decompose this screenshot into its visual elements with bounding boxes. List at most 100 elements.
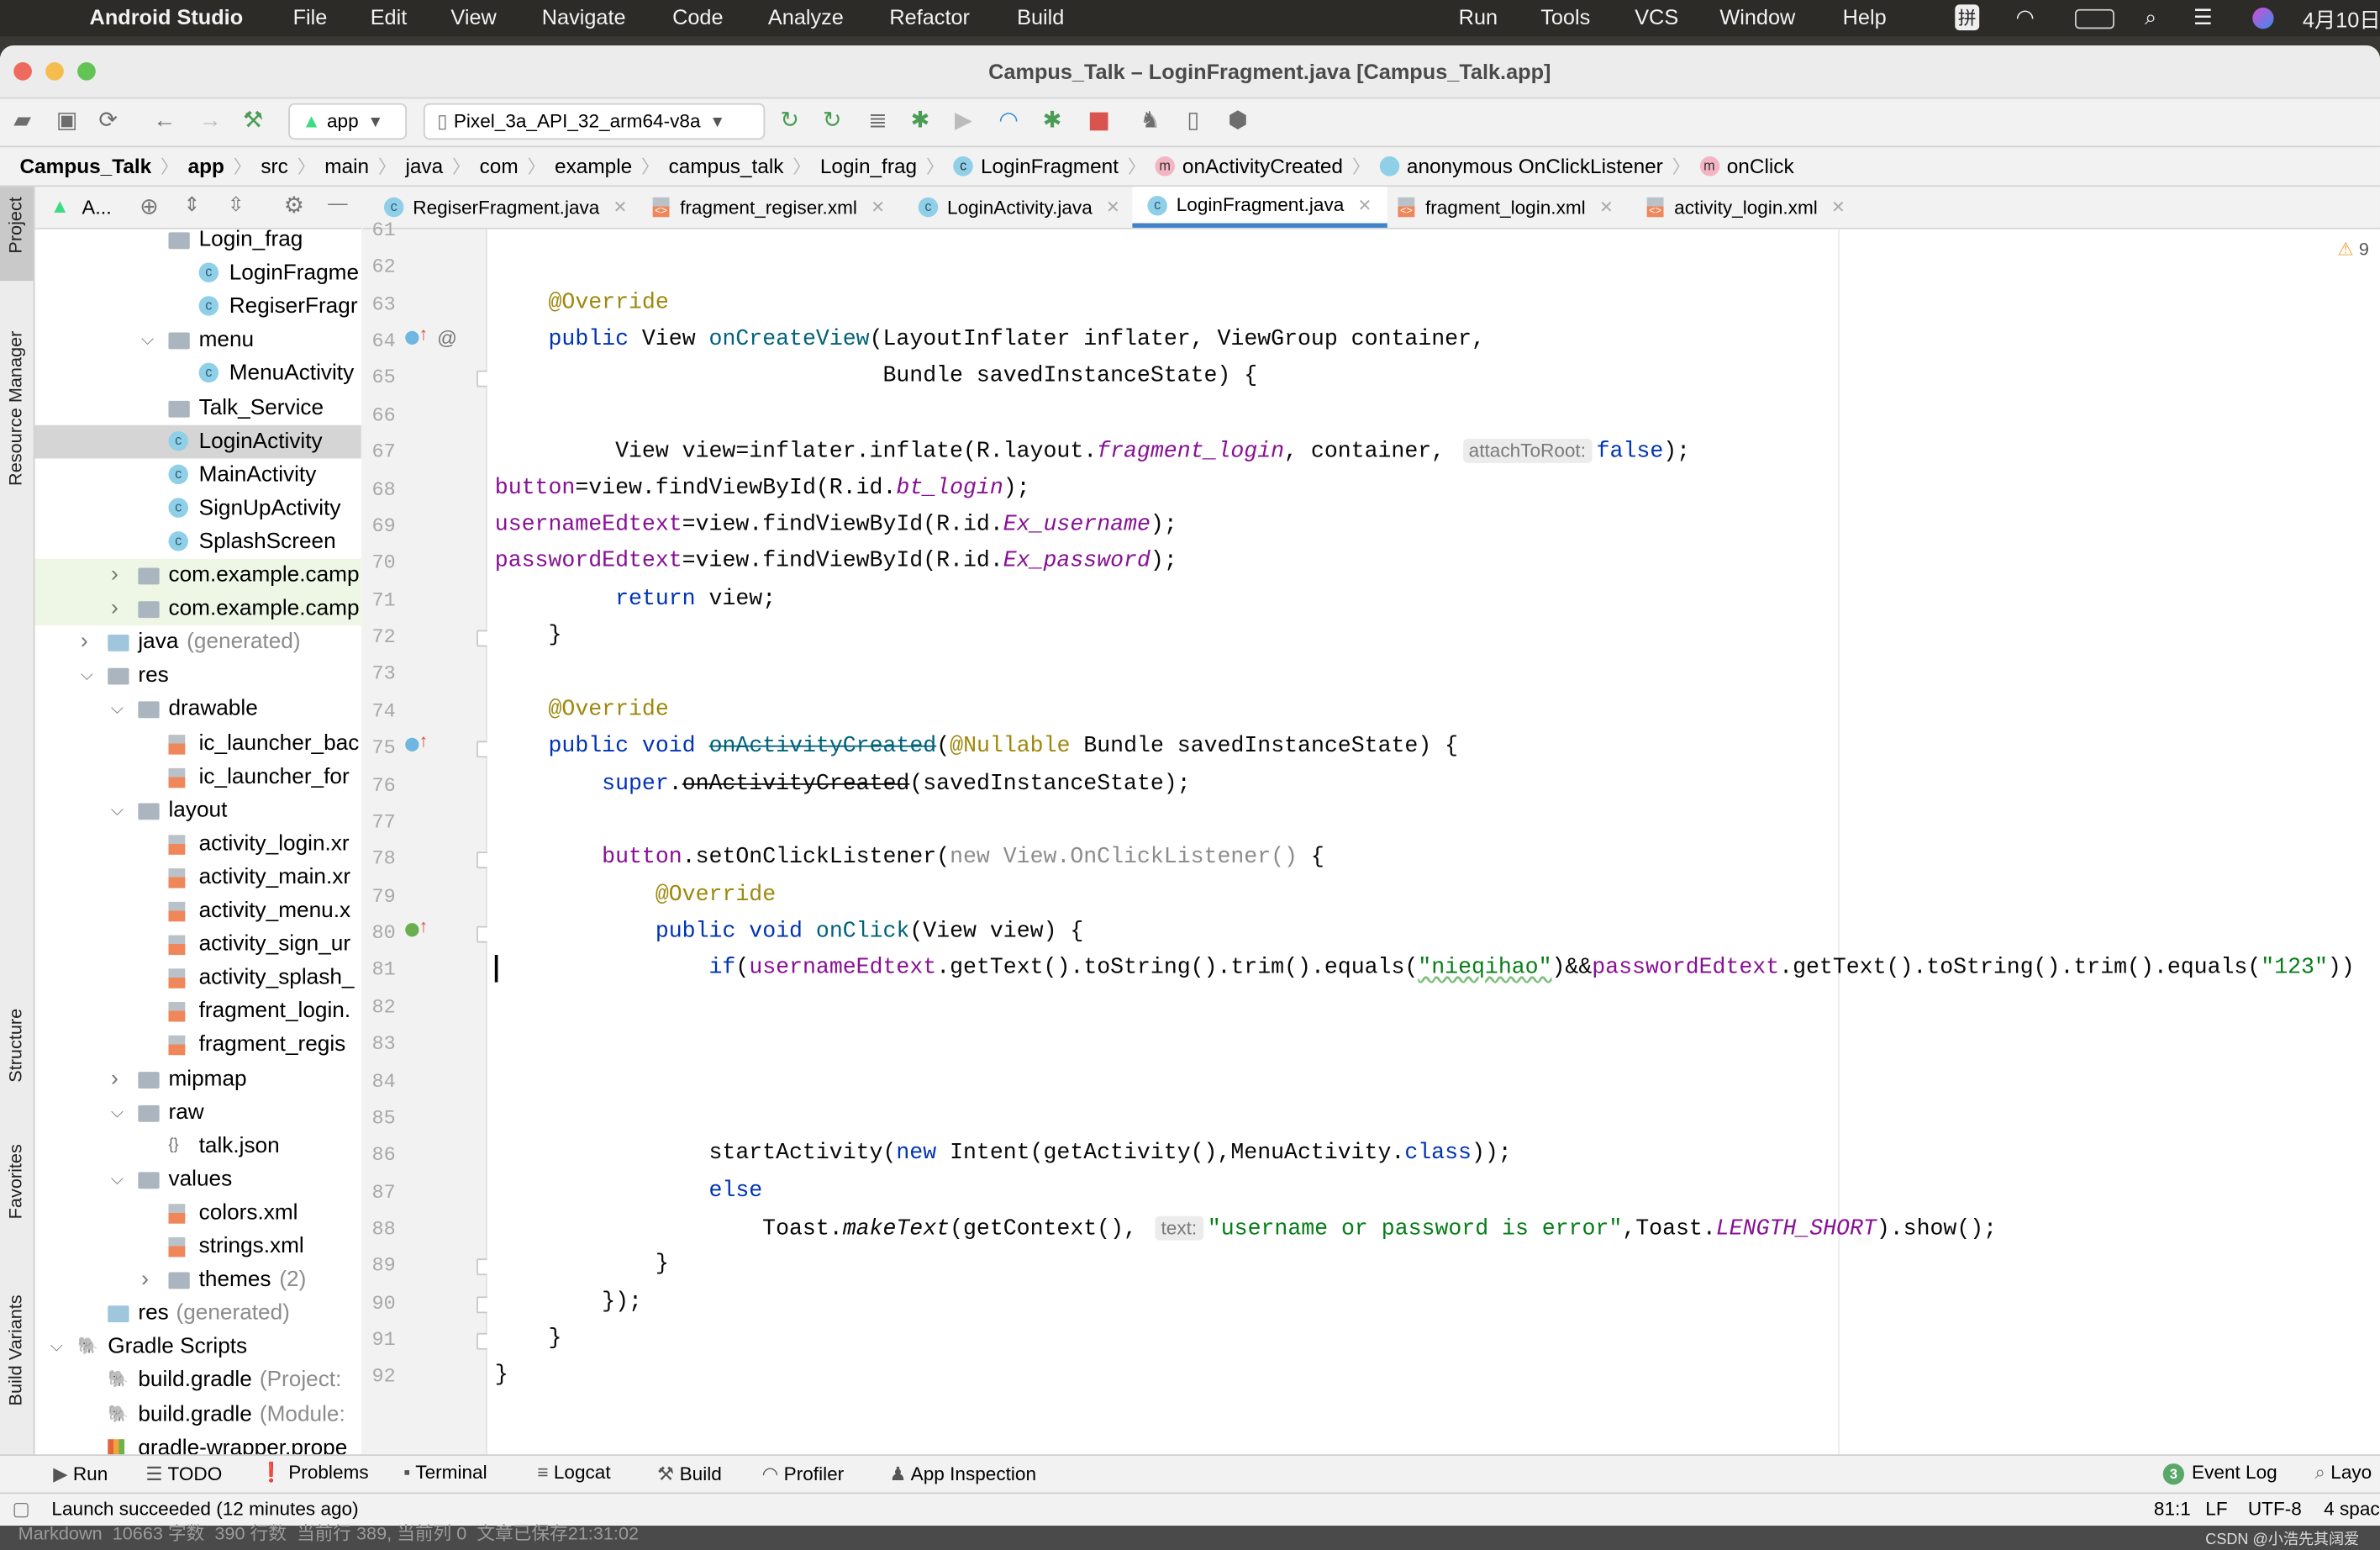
code-line[interactable]: button.setOnClickListener(new View.OnCli… (495, 840, 1324, 876)
run-config-select[interactable]: ▲ app ▾ (288, 103, 408, 140)
tool-profiler[interactable]: ◠ Profiler (762, 1462, 845, 1484)
tab-fragment-regiser-xml[interactable]: <> fragment_regiser.xml ✕ (638, 187, 900, 228)
inspection-widget[interactable]: ⚠ 9 (2337, 239, 2369, 260)
code-line[interactable]: passwordEdtext=view.findViewById(R.id.Ex… (495, 544, 1177, 580)
wifi-icon[interactable]: ◠ (2016, 4, 2035, 30)
menu-vcs[interactable]: VCS (1635, 4, 1678, 29)
breadcrumb-item[interactable]: c LoginFragment (953, 155, 1119, 177)
chevron-right-icon[interactable]: › (141, 1263, 149, 1297)
close-tab-icon[interactable]: ✕ (1358, 195, 1372, 215)
make-project-icon[interactable]: ⚒ (243, 108, 263, 135)
close-tab-icon[interactable]: ✕ (613, 198, 628, 218)
tree-item[interactable]: c LoginActivity (34, 424, 361, 458)
expand-all-icon[interactable]: ⇕ (184, 192, 201, 217)
tree-item[interactable]: activity_login.xr (35, 827, 361, 861)
coverage-icon[interactable]: ▶ (955, 108, 972, 135)
tab-loginactivity-java[interactable]: c LoginActivity.java ✕ (903, 187, 1135, 228)
overrides-method-icon[interactable] (405, 330, 419, 345)
breadcrumb-item[interactable]: main (324, 155, 369, 177)
breadcrumb-item[interactable]: java (405, 155, 443, 177)
tree-item[interactable]: c SplashScreen (35, 525, 361, 559)
tree-item[interactable]: {} talk.json (35, 1129, 361, 1162)
code-line[interactable]: return view; (495, 581, 776, 617)
chevron-down-icon[interactable]: ⌵ (50, 1331, 63, 1364)
code-line[interactable]: } (495, 618, 561, 654)
code-line[interactable]: super.onActivityCreated(savedInstanceSta… (495, 766, 1190, 802)
tree-item[interactable]: ⌵ res (35, 659, 361, 693)
tree-item[interactable]: ⌵ layout (35, 793, 361, 827)
overrides-method-icon[interactable] (405, 738, 419, 752)
menu-file[interactable]: File (293, 4, 328, 29)
tool-layout-inspector[interactable]: ⌕ Layo (2314, 1462, 2372, 1484)
sdk-manager-icon[interactable]: ⬢ (1228, 108, 1248, 135)
file-encoding[interactable]: UTF-8 (2248, 1499, 2302, 1520)
input-method-icon[interactable]: 拼 (1955, 4, 1980, 31)
annotation-at-icon[interactable]: @ (437, 327, 457, 350)
code-line[interactable]: Toast.makeText(getContext(), text: "usern… (495, 1210, 1997, 1246)
chevron-down-icon[interactable]: ⌵ (111, 793, 124, 827)
code-line[interactable]: public View onCreateView(LayoutInflater … (495, 322, 1484, 358)
tree-item[interactable]: › com.example.camp (34, 558, 361, 593)
collapse-all-icon[interactable]: ⇳ (228, 192, 245, 217)
code-line[interactable]: else (495, 1173, 763, 1209)
close-tab-icon[interactable]: ✕ (1831, 198, 1846, 218)
tree-item[interactable]: c RegiserFragr (35, 290, 361, 324)
code-line[interactable]: @Override (495, 285, 668, 321)
menu-edit[interactable]: Edit (371, 4, 408, 29)
tree-item[interactable]: ic_launcher_for (35, 760, 361, 793)
stop-icon[interactable] (1089, 112, 1108, 131)
code-line[interactable]: } (495, 1321, 561, 1357)
project-tool-button[interactable]: Project (4, 197, 25, 253)
attach-debugger-icon[interactable]: ≣ (868, 108, 887, 135)
battery-icon[interactable] (2074, 8, 2114, 29)
breadcrumb-item[interactable]: m onClick (1699, 155, 1794, 177)
breadcrumb-item[interactable]: app (188, 155, 224, 177)
tree-item[interactable]: Talk_Service (35, 391, 361, 424)
tree-item[interactable]: › com.example.camp (34, 592, 361, 626)
sync-icon[interactable]: ⟳ (98, 108, 118, 135)
tree-item[interactable]: activity_sign_ur (35, 928, 361, 962)
save-all-icon[interactable]: ▣ (56, 108, 78, 135)
code-line[interactable]: usernameEdtext=view.findViewById(R.id.Ex… (495, 507, 1177, 543)
device-manager-icon[interactable]: ▯ (1187, 108, 1199, 135)
forward-icon[interactable]: → (199, 108, 222, 135)
menu-window[interactable]: Window (1719, 4, 1795, 29)
tree-item[interactable]: activity_splash_ (35, 962, 361, 995)
back-icon[interactable]: ← (153, 108, 176, 135)
hide-icon[interactable]: — (328, 192, 347, 214)
tool-event-log[interactable]: 3 Event Log (2162, 1462, 2277, 1485)
tree-item[interactable]: colors.xml (35, 1196, 361, 1230)
tree-item[interactable]: ⌵ drawable (35, 693, 361, 726)
menu-view[interactable]: View (450, 4, 496, 29)
tab-loginfragment-java[interactable]: c LoginFragment.java ✕ (1132, 187, 1387, 228)
project-view-select[interactable]: A... (82, 196, 112, 219)
structure-tool-button[interactable]: Structure (4, 1009, 25, 1083)
tree-item[interactable]: › java (generated) (35, 625, 361, 659)
tool-app-inspection[interactable]: ♟ App Inspection (889, 1462, 1036, 1484)
close-tab-icon[interactable]: ✕ (1599, 198, 1614, 218)
code-line[interactable]: Bundle savedInstanceState) { (495, 359, 1257, 395)
clock[interactable]: 4月10日 (2303, 4, 2380, 34)
menu-help[interactable]: Help (1843, 4, 1887, 29)
debug-icon[interactable]: ✱ (911, 108, 930, 135)
chevron-down-icon[interactable]: ⌵ (111, 1095, 124, 1129)
control-center-icon[interactable]: ☰ (2193, 4, 2213, 30)
menu-tools[interactable]: Tools (1540, 4, 1590, 29)
layout-toggle-icon[interactable]: ▢ (12, 1497, 29, 1520)
spotlight-icon[interactable]: ⌕ (2145, 4, 2156, 30)
app-menu[interactable]: Android Studio (90, 4, 244, 29)
chevron-down-icon[interactable]: ⌵ (81, 659, 93, 693)
chevron-down-icon[interactable]: ⌵ (141, 324, 154, 357)
menu-refactor[interactable]: Refactor (889, 4, 970, 29)
code-line[interactable]: @Override (495, 692, 668, 728)
menu-run[interactable]: Run (1459, 4, 1498, 29)
tool-todo[interactable]: ☰ TODO (145, 1462, 222, 1484)
breadcrumb-item[interactable]: src (261, 155, 288, 177)
tool-problems[interactable]: ❗ Problems (260, 1462, 369, 1484)
chevron-down-icon[interactable]: ⌵ (111, 693, 124, 726)
tree-item[interactable]: c SignUpActivity (35, 492, 361, 525)
tree-item[interactable]: gradle-wrapper.prope (35, 1431, 361, 1455)
apply-code-changes-icon[interactable]: ↻ (823, 108, 842, 135)
tree-item[interactable]: c MainActivity (35, 458, 361, 492)
tree-item[interactable]: ⌵ menu (35, 324, 361, 357)
